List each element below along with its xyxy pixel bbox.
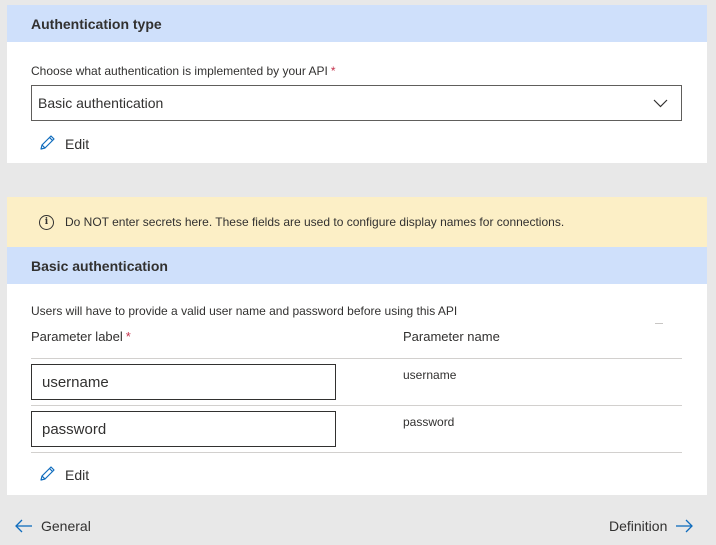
pencil-icon bbox=[39, 134, 65, 154]
basic-authentication-description: Users will have to provide a valid user … bbox=[31, 304, 458, 318]
parameter-label-header: Parameter label * bbox=[31, 329, 131, 344]
authentication-type-description: Choose what authentication is implemente… bbox=[31, 64, 336, 78]
back-general-button[interactable]: General bbox=[15, 518, 91, 534]
authentication-type-title: Authentication type bbox=[31, 15, 162, 32]
authentication-type-header: Authentication type bbox=[7, 5, 707, 42]
secrets-warning-banner: i Do NOT enter secrets here. These field… bbox=[7, 197, 707, 247]
authentication-type-description-text: Choose what authentication is implemente… bbox=[31, 64, 328, 78]
basic-authentication-header: Basic authentication bbox=[7, 247, 707, 284]
edit-label: Edit bbox=[65, 467, 90, 483]
username-parameter-name: username bbox=[403, 368, 457, 382]
pencil-icon bbox=[39, 465, 65, 485]
table-divider bbox=[31, 358, 682, 359]
chevron-down-icon bbox=[653, 98, 669, 108]
parameter-label-header-text: Parameter label bbox=[31, 329, 123, 344]
password-label-input[interactable]: password bbox=[31, 411, 336, 447]
next-label: Definition bbox=[609, 518, 668, 534]
arrow-left-icon bbox=[15, 519, 33, 533]
username-label-value: username bbox=[42, 373, 109, 391]
secrets-warning-text: Do NOT enter secrets here. These fields … bbox=[65, 215, 565, 229]
column-resize-handle bbox=[655, 323, 663, 324]
edit-label: Edit bbox=[65, 136, 90, 152]
back-label: General bbox=[41, 518, 91, 534]
next-definition-button[interactable]: Definition bbox=[609, 518, 694, 534]
username-label-input[interactable]: username bbox=[31, 364, 336, 400]
arrow-right-icon bbox=[675, 519, 694, 533]
authentication-type-card: Authentication type Choose what authenti… bbox=[7, 5, 707, 163]
basic-authentication-card: i Do NOT enter secrets here. These field… bbox=[7, 197, 707, 495]
password-parameter-name: password bbox=[403, 415, 455, 429]
table-divider bbox=[31, 405, 682, 406]
info-icon: i bbox=[39, 214, 54, 230]
password-label-value: password bbox=[42, 420, 107, 438]
basic-auth-edit-button[interactable]: Edit bbox=[39, 465, 89, 485]
auth-type-edit-button[interactable]: Edit bbox=[39, 134, 89, 154]
parameter-name-header: Parameter name bbox=[403, 329, 500, 344]
basic-authentication-title: Basic authentication bbox=[31, 257, 168, 274]
authentication-type-dropdown[interactable]: Basic authentication bbox=[31, 85, 682, 121]
table-divider bbox=[31, 452, 682, 453]
authentication-type-selected-value: Basic authentication bbox=[38, 95, 164, 111]
required-asterisk: * bbox=[330, 64, 336, 78]
required-asterisk: * bbox=[125, 329, 131, 344]
